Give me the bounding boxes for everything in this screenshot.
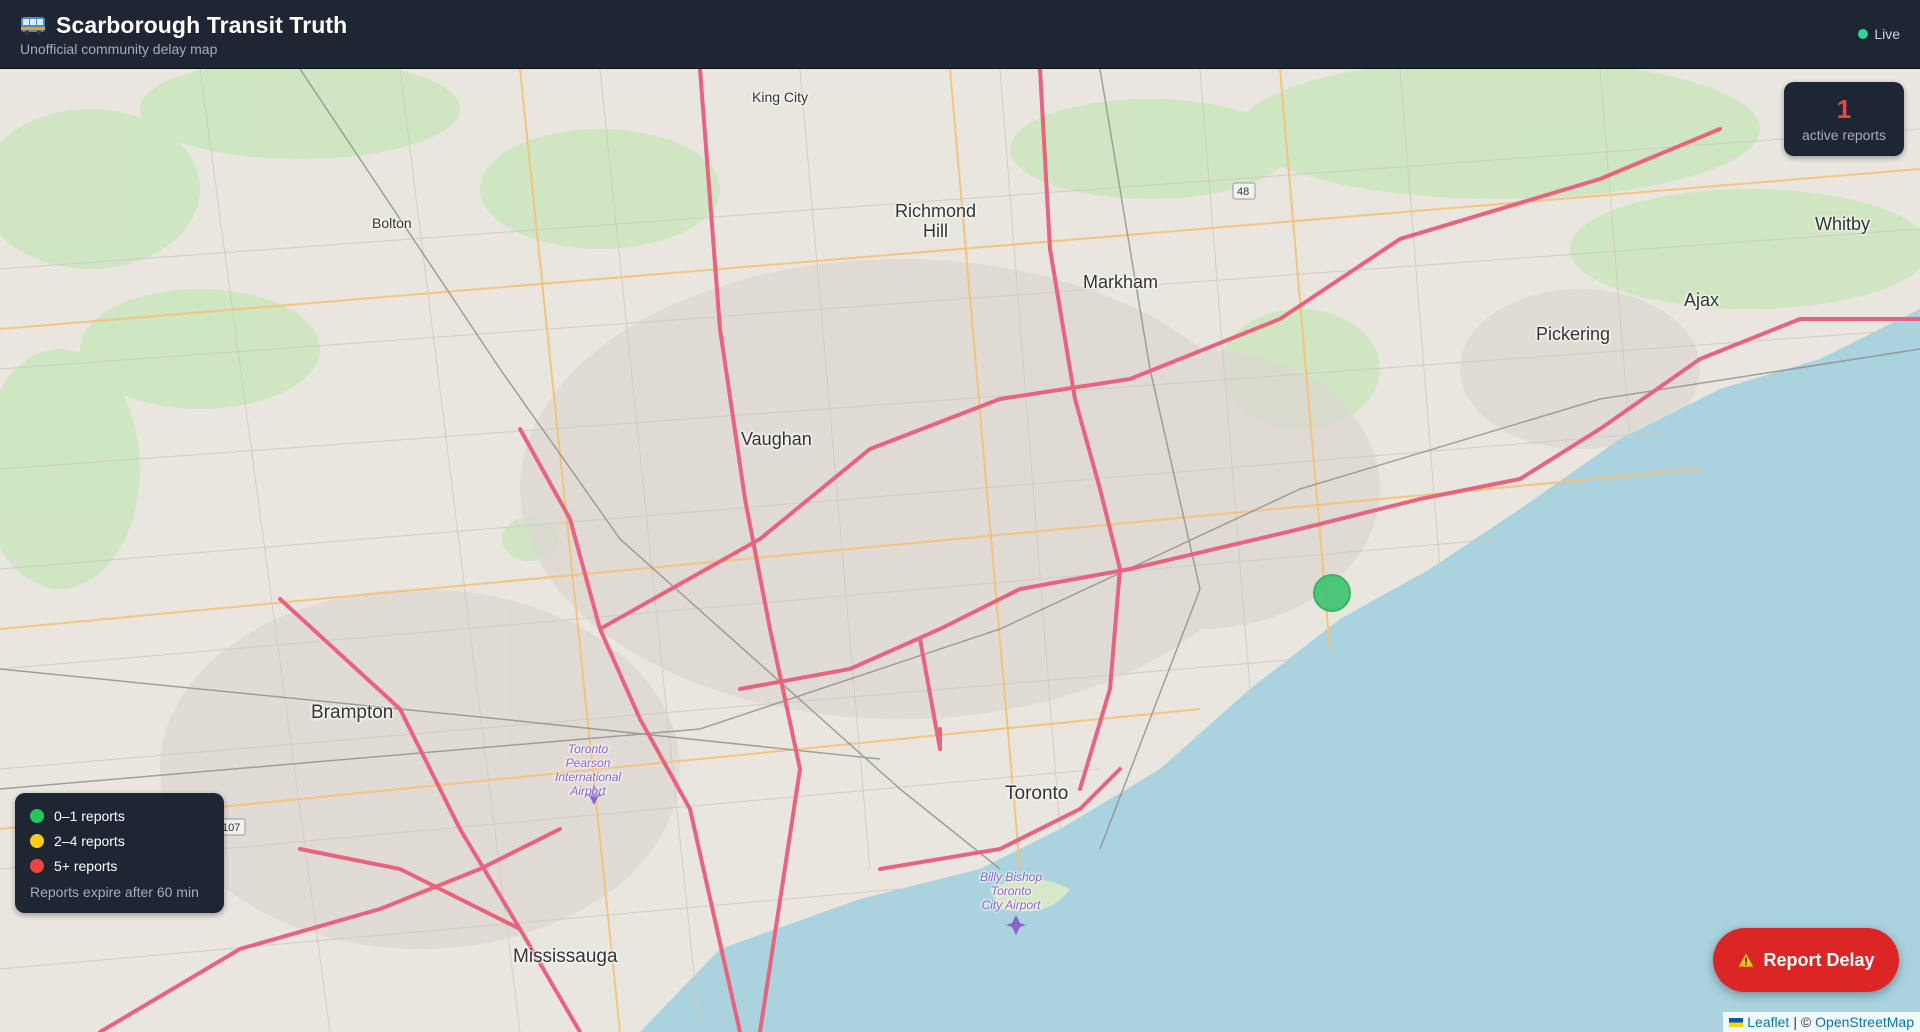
place-label: Ajax (1684, 290, 1720, 310)
legend-item: 5+ reports (30, 853, 209, 878)
legend-label: 2–4 reports (54, 832, 125, 849)
place-label: Toronto Pearson International Airport (555, 742, 622, 798)
place-label: Bolton (372, 215, 412, 231)
bus-icon (21, 16, 45, 35)
place-label: Richmond Hill (895, 201, 977, 241)
svg-text:107: 107 (222, 822, 240, 834)
place-label: Toronto (1005, 783, 1069, 804)
legend-item: 0–1 reports (30, 803, 209, 828)
place-label: Brampton (311, 702, 394, 723)
active-reports-counter: 1 active reports (1784, 82, 1904, 156)
legend-label: 5+ reports (54, 857, 118, 874)
legend-note: Reports expire after 60 min (30, 884, 199, 900)
report-delay-button[interactable]: Report Delay (1713, 928, 1899, 992)
legend-item: 2–4 reports (30, 828, 209, 853)
ukraine-flag-icon (1729, 1017, 1744, 1027)
leaflet-link[interactable]: Leaflet (1747, 1014, 1789, 1030)
map-attribution: Leaflet | © OpenStreetMap (1723, 1012, 1920, 1032)
place-label: Pickering (1536, 324, 1611, 344)
app-title: Scarborough Transit Truth (56, 12, 348, 38)
place-label: Vaughan (741, 429, 812, 449)
svg-text:48: 48 (1237, 186, 1249, 198)
openstreetmap-link[interactable]: OpenStreetMap (1815, 1014, 1914, 1030)
map-legend: 0–1 reports 2–4 reports 5+ reports Repor… (15, 793, 224, 913)
live-label: Live (1874, 26, 1900, 42)
place-label: Mississauga (513, 946, 618, 967)
red-dot-icon (30, 858, 44, 873)
place-label: Billy Bishop Toronto City Airport (980, 870, 1043, 912)
brand: Scarborough Transit Truth (20, 12, 347, 39)
active-reports-label: active reports (1801, 127, 1887, 143)
report-delay-label: Report Delay (1763, 949, 1875, 970)
legend-label: 0–1 reports (54, 807, 125, 824)
active-reports-count: 1 (1836, 94, 1852, 124)
place-label: Whitby (1815, 214, 1871, 234)
live-indicator: Live (1858, 26, 1900, 42)
app-header: Scarborough Transit Truth Unofficial com… (0, 0, 1920, 69)
green-dot-icon (30, 808, 44, 823)
delay-report-marker[interactable] (1313, 574, 1351, 612)
yellow-dot-icon (30, 833, 44, 848)
delay-map[interactable]: 48 107 King City Richmond Hill Markham B… (0, 69, 1920, 1032)
warning-icon (1737, 952, 1756, 968)
attribution-separator: | © (1793, 1014, 1812, 1030)
place-label: Markham (1083, 272, 1159, 292)
live-dot-icon (1858, 29, 1869, 39)
place-label: King City (752, 89, 809, 105)
app-subtitle: Unofficial community delay map (20, 41, 218, 57)
